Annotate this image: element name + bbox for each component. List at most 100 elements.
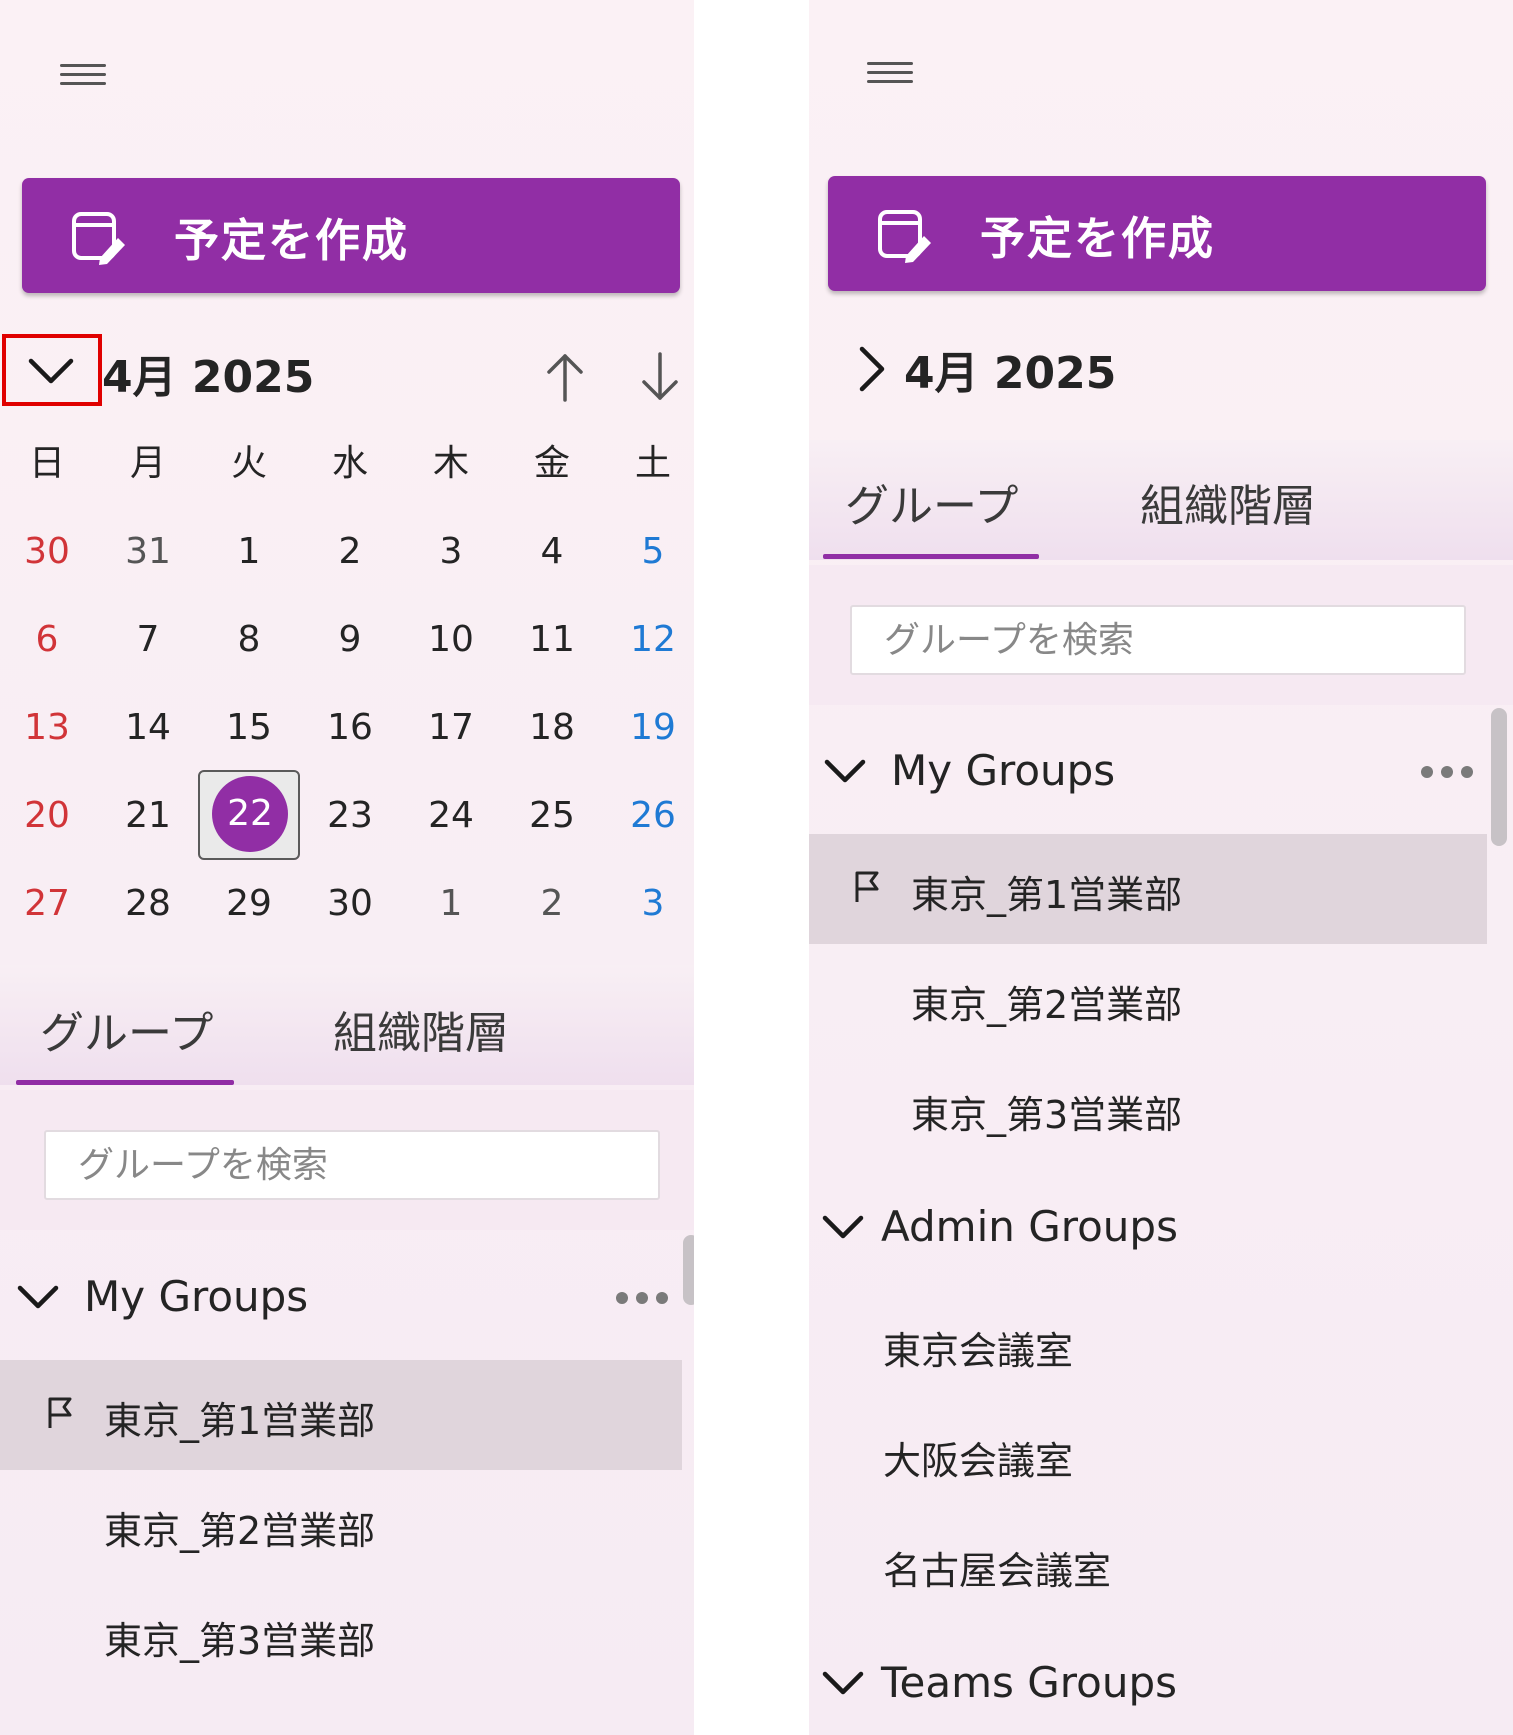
calendar-day[interactable]: 30	[0, 512, 97, 592]
weekday-label: 金	[533, 443, 570, 484]
admin-groups-title: Admin Groups	[881, 1202, 1178, 1251]
month-header: 4月 2025	[904, 334, 1116, 404]
hamburger-icon[interactable]	[867, 58, 913, 88]
more-horizontal-icon[interactable]	[616, 1290, 670, 1306]
calendar-day[interactable]: 27	[0, 864, 97, 944]
search-area	[809, 565, 1513, 705]
calendar-day[interactable]: 18	[502, 688, 602, 768]
calendar-day[interactable]: 29	[199, 864, 299, 944]
teams-groups-header[interactable]: Teams Groups	[809, 1634, 1499, 1734]
arrow-up-icon[interactable]	[543, 350, 587, 404]
calendar-day[interactable]: 20	[0, 776, 97, 856]
chevron-down-icon[interactable]	[821, 1664, 865, 1704]
chevron-down-icon[interactable]	[823, 752, 867, 792]
calendar-day[interactable]: 13	[0, 688, 97, 768]
group-item-label: 東京_第1営業部	[911, 873, 1183, 917]
calendar-day[interactable]: 2	[502, 864, 602, 944]
calendar-edit-icon	[72, 212, 125, 265]
tab-org-hierarchy[interactable]: 組織階層	[1140, 470, 1316, 534]
scrollbar-thumb[interactable]	[683, 1235, 694, 1305]
calendar-day[interactable]: 17	[401, 688, 501, 768]
calendar-day[interactable]: 7	[98, 600, 198, 680]
group-item-label: 東京_第3営業部	[104, 1619, 376, 1663]
today-day[interactable]: 22	[212, 776, 288, 852]
calendar-day[interactable]: 21	[98, 776, 198, 856]
calendar-day[interactable]: 16	[300, 688, 400, 768]
my-groups-title: My Groups	[891, 746, 1116, 795]
calendar-week-row: 20 21 22 23 24 25 26	[0, 770, 694, 860]
calendar-day[interactable]: 28	[98, 864, 198, 944]
tab-group[interactable]: グループ	[845, 470, 1018, 534]
calendar-day[interactable]: 4	[502, 512, 602, 592]
calendar-day[interactable]: 3	[401, 512, 501, 592]
month-title: 4月 2025	[102, 352, 315, 403]
tab-underline	[823, 554, 1039, 559]
group-item[interactable]: 大阪会議室	[809, 1400, 1487, 1510]
calendar-day[interactable]: 25	[502, 776, 602, 856]
group-item[interactable]: 名古屋会議室	[809, 1510, 1487, 1620]
calendar-day[interactable]: 15	[199, 688, 299, 768]
group-item[interactable]: 東京_第3営業部	[809, 1054, 1487, 1164]
calendar-day[interactable]: 11	[502, 600, 602, 680]
group-search-input[interactable]	[44, 1130, 660, 1200]
group-item-label: 東京_第2営業部	[911, 983, 1183, 1027]
left-sidebar-panel: 予定を作成 4月 2025 日 月 火 水 木 金 土 30 31 1 2 3 …	[0, 0, 694, 1735]
calendar-edit-icon	[878, 210, 931, 263]
my-groups-header[interactable]: My Groups	[809, 722, 1499, 822]
chevron-right-icon[interactable]	[847, 344, 897, 394]
calendar-day[interactable]: 9	[300, 600, 400, 680]
my-groups-header[interactable]: My Groups	[0, 1248, 680, 1348]
calendar-day[interactable]: 6	[0, 600, 97, 680]
calendar-day[interactable]: 23	[300, 776, 400, 856]
calendar-day[interactable]: 10	[401, 600, 501, 680]
group-item[interactable]: 東京_第3営業部	[0, 1580, 682, 1690]
weekday-label: 木	[432, 443, 469, 484]
calendar-day[interactable]: 31	[98, 512, 198, 592]
my-groups-title: My Groups	[84, 1272, 309, 1321]
tab-bar: グループ 組織階層	[809, 440, 1513, 560]
group-item-label: 大阪会議室	[883, 1439, 1074, 1483]
calendar-day[interactable]: 14	[98, 688, 198, 768]
group-item[interactable]: 東京_第2営業部	[809, 944, 1487, 1054]
group-item-label: 東京_第1営業部	[104, 1399, 376, 1443]
today-cell[interactable]: 22	[198, 770, 300, 860]
admin-groups-header[interactable]: Admin Groups	[809, 1178, 1499, 1278]
arrow-down-icon[interactable]	[638, 350, 682, 404]
more-horizontal-icon[interactable]	[1421, 764, 1475, 780]
group-item[interactable]: 東京会議室	[809, 1290, 1487, 1400]
tab-group[interactable]: グループ	[40, 997, 213, 1061]
calendar-day[interactable]: 8	[199, 600, 299, 680]
calendar-day[interactable]: 1	[401, 864, 501, 944]
chevron-down-icon[interactable]	[821, 1208, 865, 1248]
weekday-label: 水	[331, 443, 368, 484]
tab-org-hierarchy[interactable]: 組織階層	[333, 997, 509, 1061]
group-item[interactable]: 東京_第1営業部	[809, 834, 1487, 944]
calendar-day[interactable]: 26	[603, 776, 694, 856]
calendar-week-row: 6 7 8 9 10 11 12	[0, 600, 694, 680]
create-event-button[interactable]: 予定を作成	[22, 178, 680, 293]
group-item[interactable]: 東京_第1営業部	[0, 1360, 682, 1470]
month-header: 4月 2025	[102, 338, 314, 408]
chevron-down-icon[interactable]	[26, 346, 76, 396]
scrollbar-thumb[interactable]	[1491, 708, 1507, 846]
calendar-day[interactable]: 19	[603, 688, 694, 768]
calendar-week-row: 13 14 15 16 17 18 19	[0, 688, 694, 768]
create-event-label: 予定を作成	[980, 212, 1216, 265]
month-title: 4月 2025	[904, 348, 1117, 399]
create-event-button[interactable]: 予定を作成	[828, 176, 1486, 291]
calendar-day[interactable]: 5	[603, 512, 694, 592]
calendar-day[interactable]: 3	[603, 864, 694, 944]
hamburger-icon[interactable]	[60, 60, 106, 90]
calendar-day[interactable]: 2	[300, 512, 400, 592]
group-search-input[interactable]	[850, 605, 1466, 675]
group-item-label: 名古屋会議室	[883, 1549, 1112, 1593]
flag-icon	[855, 871, 879, 902]
weekday-label: 火	[230, 443, 267, 484]
chevron-down-icon[interactable]	[16, 1278, 60, 1318]
calendar-day[interactable]: 12	[603, 600, 694, 680]
calendar-day[interactable]: 1	[199, 512, 299, 592]
search-area	[0, 1090, 694, 1230]
calendar-day[interactable]: 30	[300, 864, 400, 944]
group-item[interactable]: 東京_第2営業部	[0, 1470, 682, 1580]
calendar-day[interactable]: 24	[401, 776, 501, 856]
